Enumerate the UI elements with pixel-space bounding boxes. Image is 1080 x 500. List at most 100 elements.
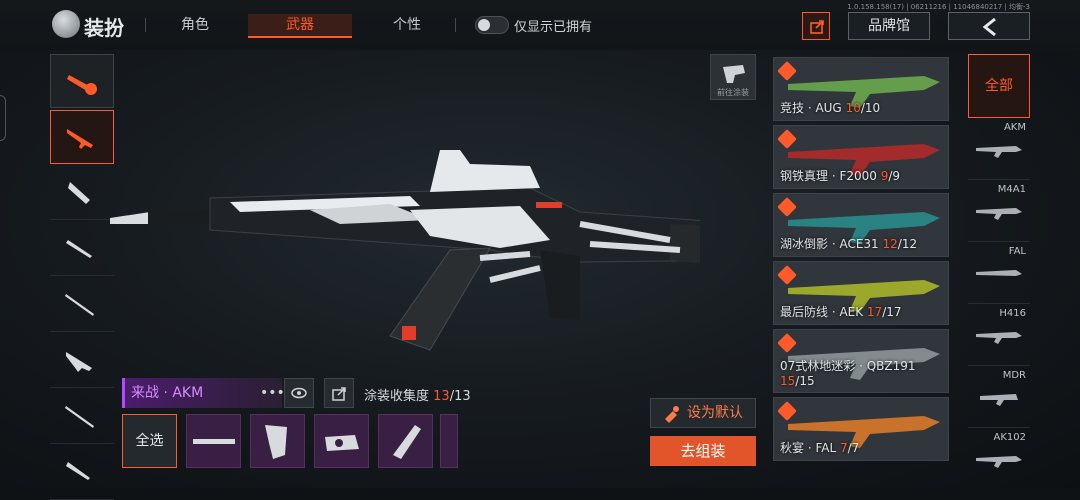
paint-icon <box>665 406 679 423</box>
preview-button[interactable] <box>284 378 314 408</box>
tab-personality[interactable]: 个性 <box>382 14 432 38</box>
side-drawer-handle[interactable] <box>0 95 6 141</box>
skin-card-total: /17 <box>882 305 902 319</box>
skin-card[interactable]: 钢铁真理 · F2000 9/9 <box>773 125 949 189</box>
divider <box>455 18 456 32</box>
skin-card-name: 竞技 · AUG <box>780 101 846 115</box>
skin-name: 来战 · AKM <box>122 378 282 408</box>
skin-card[interactable]: 最后防线 · AEK 17/17 <box>773 261 949 325</box>
version-text: 1.0.158.158(17) | 06211216 | 11046840217… <box>847 3 1030 11</box>
select-all-button[interactable]: 全选 <box>122 414 177 468</box>
filter-weapon-item[interactable]: FAL <box>968 242 1030 304</box>
rifle-icon <box>67 129 93 149</box>
rifle-icon <box>976 332 1022 344</box>
skin-card-name: 最后防线 · AEK <box>780 305 867 319</box>
part-slot-stock[interactable] <box>378 414 433 468</box>
part-slot-sight[interactable] <box>314 414 369 468</box>
skin-card-owned: 10 <box>845 101 861 115</box>
weapon-preview[interactable] <box>110 140 700 370</box>
skin-card[interactable]: 湖冰倒影 · ACE31 12/12 <box>773 193 949 257</box>
grip-part-icon <box>265 425 287 459</box>
tab-weapons[interactable]: 武器 <box>248 14 352 38</box>
toggle-knob <box>478 19 490 31</box>
part-slot-barrel[interactable] <box>186 414 241 468</box>
filter-weapon-item[interactable]: AKM <box>968 118 1030 180</box>
lmg-icon <box>66 352 92 372</box>
filter-weapon-name: M4A1 <box>997 184 1026 195</box>
skin-card[interactable]: 秋宴 · FAL 7/7 <box>773 397 949 461</box>
skin-card-name: 钢铁真理 · F2000 <box>780 169 881 183</box>
skin-card-owned: 15 <box>780 374 796 388</box>
stock-part-icon <box>393 425 421 459</box>
skin-card-owned: 7 <box>839 441 848 455</box>
skin-card-owned: 12 <box>882 237 898 251</box>
filter-weapon-name: FAL <box>1008 246 1026 257</box>
divider <box>145 18 146 32</box>
category-smg[interactable] <box>50 166 114 220</box>
owned-only-toggle[interactable] <box>475 16 509 34</box>
collection-label: 涂装收集度 <box>364 389 430 404</box>
weapon-barrel <box>110 212 150 224</box>
rifle-icon <box>976 456 1022 468</box>
category-sniper[interactable] <box>50 278 114 332</box>
top-bar: 装扮 角色 武器 个性 仅显示已拥有 1.0.158.158(17) | 062… <box>0 0 1080 50</box>
skin-card-label: 秋宴 · FAL 7/7 <box>780 439 859 456</box>
filter-all-button[interactable]: 全部 <box>968 54 1030 118</box>
category-favorite[interactable] <box>50 54 114 108</box>
barrel-part-icon <box>193 439 235 444</box>
part-slot-more[interactable] <box>440 414 458 468</box>
filter-weapon-item[interactable]: AK102 <box>968 428 1030 490</box>
share-icon <box>810 20 824 34</box>
share-button[interactable] <box>802 12 830 40</box>
collection-total: /13 <box>449 389 471 404</box>
category-pistol[interactable] <box>50 446 114 500</box>
category-column <box>50 54 114 500</box>
weapon-favorite-icon <box>67 75 97 95</box>
skin-card-label: 07式林地迷彩 · QBZ191 15/15 <box>780 357 948 388</box>
filter-weapon-item[interactable]: MDR <box>968 366 1030 428</box>
brand-hall-button[interactable]: 品牌馆 <box>848 12 930 40</box>
skin-card-label: 湖冰倒影 · ACE31 12/12 <box>780 235 917 252</box>
weapon-filter-column: 全部 AKM M4A1 FAL H416 MDR AK102 <box>968 54 1030 488</box>
collection-current: 13 <box>433 389 450 404</box>
category-marksman[interactable] <box>50 390 114 444</box>
share-skin-button[interactable] <box>324 378 354 408</box>
skin-card-total: /7 <box>847 441 860 455</box>
globe-logo-icon <box>52 10 80 38</box>
eye-icon <box>291 387 307 399</box>
rifle-icon <box>976 146 1022 158</box>
skin-card[interactable]: 竞技 · AUG 10/10 <box>773 57 949 121</box>
part-slot-grip[interactable] <box>250 414 305 468</box>
skin-card-label: 最后防线 · AEK 17/17 <box>780 303 902 320</box>
filter-weapon-item[interactable]: M4A1 <box>968 180 1030 242</box>
rifle-icon <box>976 270 1022 276</box>
collection-progress: 涂装收集度 13/13 <box>364 385 471 404</box>
skin-card-total: /12 <box>897 237 918 251</box>
tab-character[interactable]: 角色 <box>170 14 220 38</box>
filter-weapon-item[interactable]: H416 <box>968 304 1030 366</box>
page-title: 装扮 <box>84 16 124 40</box>
category-lmg[interactable] <box>50 334 114 388</box>
share-icon <box>332 387 346 401</box>
more-options-button[interactable]: ••• <box>260 378 285 408</box>
skin-card[interactable]: 07式林地迷彩 · QBZ191 15/15 <box>773 329 949 393</box>
category-shotgun[interactable] <box>50 222 114 276</box>
chevron-left-icon <box>982 17 996 37</box>
skin-card-total: /15 <box>795 374 815 388</box>
back-button[interactable] <box>948 12 1030 40</box>
sniper-icon <box>65 294 94 316</box>
skin-card-name: 07式林地迷彩 · QBZ191 <box>780 359 916 373</box>
filter-weapon-name: AK102 <box>993 432 1027 443</box>
category-rifle[interactable] <box>50 110 114 164</box>
sight-part-icon <box>325 435 359 451</box>
skin-card-name: 秋宴 · FAL <box>780 441 840 455</box>
set-default-button[interactable]: 设为默认 <box>650 398 756 428</box>
filter-weapon-name: MDR <box>1002 370 1026 381</box>
rifle-icon <box>976 208 1022 220</box>
marksman-icon <box>65 406 94 428</box>
skin-card-label: 钢铁真理 · F2000 9/9 <box>780 167 900 184</box>
go-assemble-button[interactable]: 去组装 <box>650 436 756 466</box>
bullpup-icon <box>980 394 1018 406</box>
smg-icon <box>68 182 90 204</box>
owned-only-label: 仅显示已拥有 <box>514 20 593 35</box>
